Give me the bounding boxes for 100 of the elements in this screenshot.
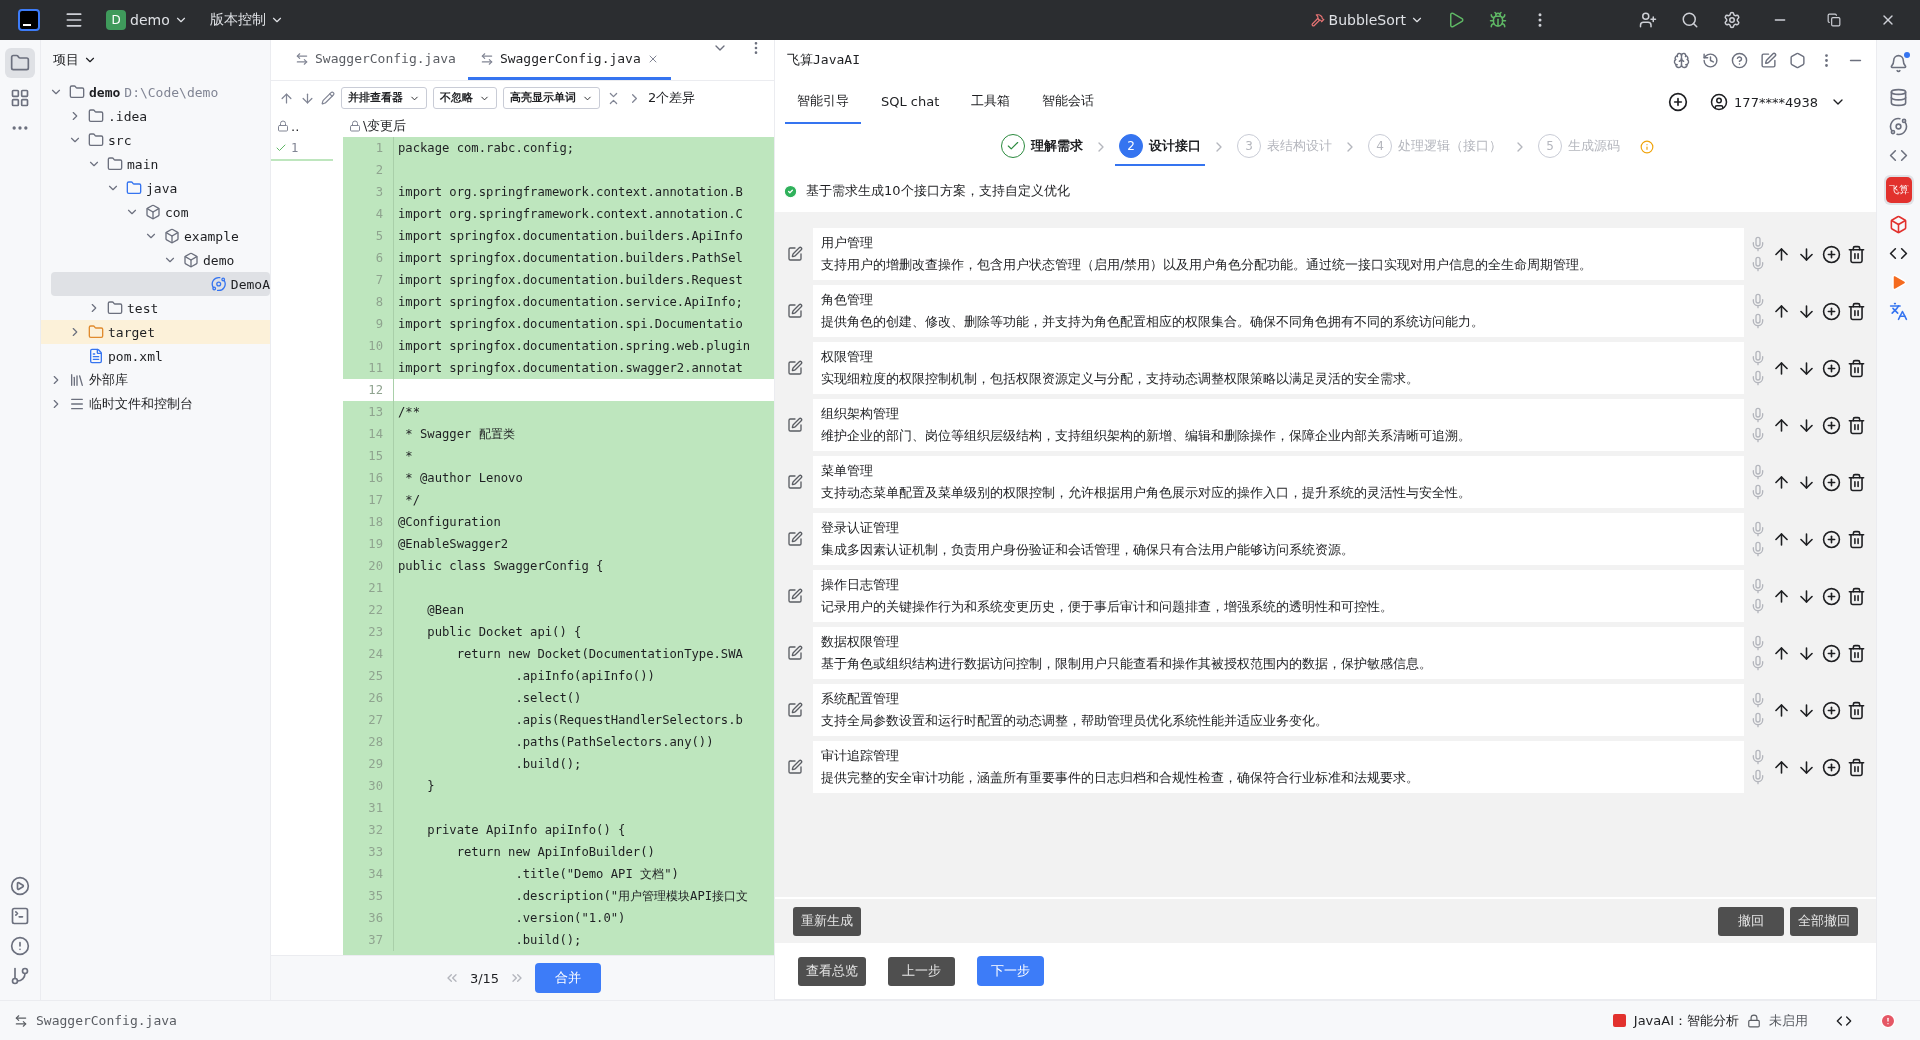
interface-card[interactable]: 数据权限管理 基于角色或组织结构进行数据访问控制，限制用户只能查看和操作其被授权范围内的数据，保护敏感信息。 — [813, 627, 1744, 679]
next-step-button[interactable]: 下一步 — [977, 956, 1044, 986]
user-icon[interactable] — [1710, 93, 1729, 111]
git-branch-icon[interactable] — [10, 966, 30, 986]
tree-item[interactable]: pom.xml — [41, 344, 270, 368]
panel-tab[interactable]: 智能会话 — [1030, 80, 1107, 124]
account-name[interactable]: 177****4938 — [1734, 94, 1818, 110]
interface-card[interactable]: 菜单管理 支持动态菜单配置及菜单级别的权限控制，允许根据用户角色展示对应的操作入口，提升系统的灵活性与安全性。 — [813, 456, 1744, 508]
restore-icon[interactable] — [1827, 13, 1841, 27]
add-icon[interactable] — [1822, 301, 1841, 321]
database-icon[interactable] — [1889, 88, 1908, 107]
add-icon[interactable] — [1822, 757, 1841, 777]
add-icon[interactable] — [1668, 92, 1689, 112]
interface-card[interactable]: 角色管理 提供角色的创建、修改、删除等功能，并支持为角色配置相应的权限集合。确保不同角色拥有不同的系统访问能力。 — [813, 285, 1744, 337]
bell-icon[interactable] — [1889, 53, 1908, 73]
cube-icon[interactable] — [1889, 215, 1908, 234]
translate-icon[interactable] — [1889, 302, 1908, 321]
plugin-logo[interactable]: 飞算 — [1885, 177, 1912, 203]
problems-icon[interactable] — [10, 936, 30, 956]
edit-icon[interactable] — [787, 360, 803, 376]
tree-item[interactable]: java — [41, 176, 270, 200]
interface-card[interactable]: 操作日志管理 记录用户的关键操作行为和系统变更历史，便于事后审计和问题排查，增强系统的透明性和可控性。 — [813, 570, 1744, 622]
regenerate-button[interactable]: 重新生成 — [793, 906, 861, 936]
play-icon[interactable] — [1889, 273, 1908, 292]
previous-step-button[interactable]: 上一步 — [888, 956, 955, 986]
file-name[interactable]: SwaggerConfig.java — [36, 1013, 177, 1028]
interface-card[interactable]: 审计追踪管理 提供完整的安全审计功能，涵盖所有重要事件的日志归档和合规性检查，确保符合行业标准和法规要求。 — [813, 741, 1744, 793]
wizard-step[interactable]: 理解需求 — [997, 128, 1087, 166]
delete-icon[interactable] — [1847, 358, 1866, 378]
tree-item[interactable]: .idea — [41, 104, 270, 128]
edit-icon[interactable] — [787, 645, 803, 661]
structure-icon[interactable] — [10, 88, 30, 108]
edit-icon[interactable] — [787, 702, 803, 718]
highlight-dropdown[interactable]: 高亮显示单词 — [503, 87, 600, 109]
search-icon[interactable] — [1681, 11, 1699, 29]
history-icon[interactable] — [1702, 51, 1719, 69]
project-selector[interactable]: D demo — [98, 6, 196, 34]
panel-title[interactable]: 项目 — [53, 51, 79, 69]
panel-tab[interactable]: 工具箱 — [959, 80, 1023, 124]
merge-button[interactable]: 合并 — [535, 963, 602, 993]
delete-icon[interactable] — [1847, 472, 1866, 492]
tree-item[interactable]: 临时文件和控制台 — [41, 392, 270, 416]
delete-icon[interactable] — [1847, 244, 1866, 264]
add-icon[interactable] — [1822, 415, 1841, 435]
delete-icon[interactable] — [1847, 301, 1866, 321]
edit-icon[interactable] — [787, 417, 803, 433]
add-icon[interactable] — [1822, 358, 1841, 378]
tree-item[interactable]: target — [41, 320, 270, 344]
user-add-icon[interactable] — [1639, 11, 1657, 29]
error-icon[interactable] — [1880, 1012, 1896, 1029]
plugin-icon[interactable] — [1889, 117, 1908, 136]
tree-item[interactable]: example — [41, 224, 270, 248]
run-config-selector[interactable]: BubbleSort — [1302, 8, 1432, 32]
viewer-dropdown[interactable]: 并排查看器 — [341, 87, 427, 109]
delete-icon[interactable] — [1847, 643, 1866, 663]
edit-icon[interactable] — [787, 474, 803, 490]
edit-icon[interactable] — [787, 588, 803, 604]
terminal-icon[interactable] — [10, 906, 30, 926]
edit-icon[interactable] — [787, 759, 803, 775]
editor-tab[interactable]: SwaggerConfig.java — [467, 40, 671, 80]
vcs-menu[interactable]: 版本控制 — [201, 7, 292, 33]
add-icon[interactable] — [1822, 529, 1841, 549]
wizard-step[interactable]: 2 设计接口 — [1115, 128, 1205, 166]
editor-tab[interactable]: SwaggerConfig.java — [283, 40, 468, 80]
interface-card[interactable]: 系统配置管理 支持全局参数设置和运行时配置的动态调整，帮助管理员优化系统性能并适应业务变化。 — [813, 684, 1744, 736]
plugin-status[interactable]: JavaAI：智能分析 — [1633, 1011, 1739, 1030]
tree-item[interactable]: test — [41, 296, 270, 320]
tree-item[interactable]: 外部库 — [41, 368, 270, 392]
undo-all-button[interactable]: 全部撤回 — [1790, 906, 1858, 936]
add-icon[interactable] — [1822, 244, 1841, 264]
interface-card[interactable]: 用户管理 支持用户的增删改查操作，包含用户状态管理（启用/禁用）以及用户角色分配功能。通过统一接口实现对用户信息的全生命周期管理。 — [813, 228, 1744, 280]
interface-card[interactable]: 权限管理 实现细粒度的权限控制机制，包括权限资源定义与分配，支持动态调整权限策略以满足灵活的安全需求。 — [813, 342, 1744, 394]
interface-card[interactable]: 登录认证管理 集成多因素认证机制，负责用户身份验证和会话管理，确保只有合法用户能够访问系统资源。 — [813, 513, 1744, 565]
delete-icon[interactable] — [1847, 700, 1866, 720]
tree-item[interactable]: src — [41, 128, 270, 152]
delete-icon[interactable] — [1847, 586, 1866, 606]
tree-item[interactable]: com — [41, 200, 270, 224]
tree-item[interactable]: demo — [41, 248, 270, 272]
menu-icon[interactable] — [64, 10, 84, 30]
undo-button[interactable]: 撤回 — [1718, 906, 1784, 936]
edit-icon[interactable] — [321, 91, 335, 105]
run-icon[interactable] — [1447, 11, 1465, 29]
delete-icon[interactable] — [1847, 415, 1866, 435]
add-icon[interactable] — [1822, 472, 1841, 492]
tree-item[interactable]: main — [41, 152, 270, 176]
next-diff-icon[interactable] — [300, 90, 315, 106]
help-icon[interactable] — [1731, 51, 1748, 69]
add-icon[interactable] — [1822, 586, 1841, 606]
tree-item[interactable]: demo D:\Code\demo — [41, 80, 270, 104]
edit-icon[interactable] — [1760, 51, 1777, 69]
edit-icon[interactable] — [787, 246, 803, 262]
add-icon[interactable] — [1822, 700, 1841, 720]
panel-tab[interactable]: SQL chat — [869, 80, 952, 124]
app-logo-icon[interactable] — [18, 9, 40, 31]
delete-icon[interactable] — [1847, 529, 1866, 549]
previous-diff-icon[interactable] — [279, 90, 294, 106]
interface-card[interactable]: 组织架构管理 维护企业的部门、岗位等组织层级结构，支持组织架构的新增、编辑和删除操作，保障企业内部关系清晰可追溯。 — [813, 399, 1744, 451]
brain-icon[interactable] — [1673, 51, 1690, 69]
edit-icon[interactable] — [787, 531, 803, 547]
panel-tab[interactable]: 智能引导 — [785, 80, 861, 124]
